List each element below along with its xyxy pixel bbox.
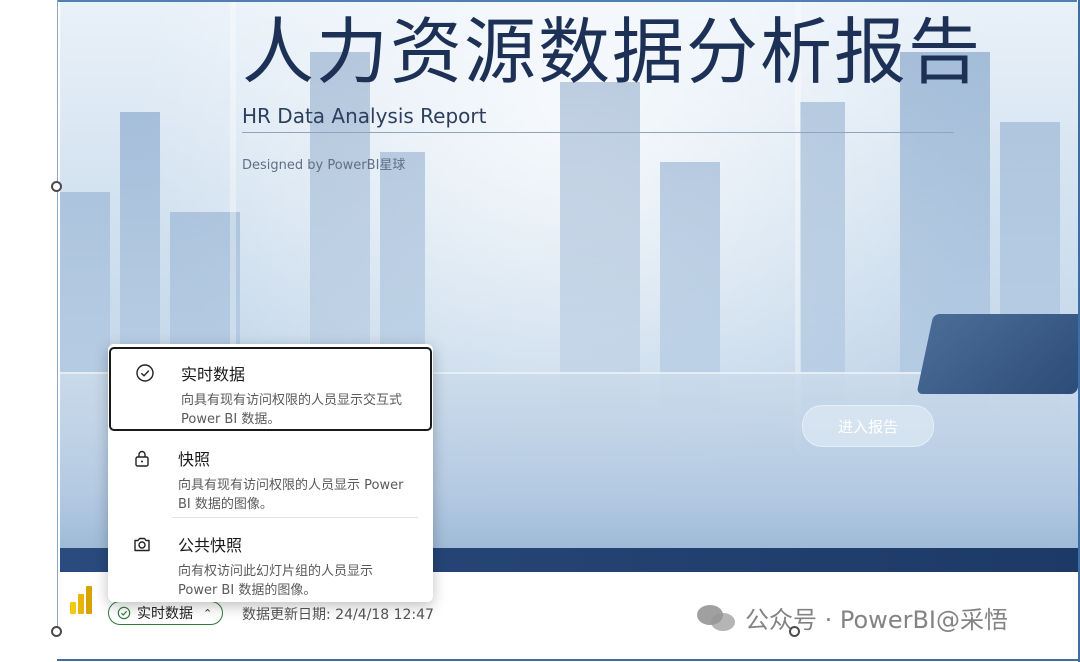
- wechat-icon: [697, 603, 737, 633]
- title-divider: [242, 132, 954, 133]
- menu-item-title: 实时数据: [181, 365, 246, 384]
- menu-item-description: 向具有现有访问权限的人员显示交互式 Power BI 数据。: [181, 393, 403, 427]
- menu-item-public-snapshot[interactable]: 公共快照 向有权访问此幻灯片组的人员显示 Power BI 数据的图像。: [108, 520, 433, 602]
- menu-item-description: 向具有现有访问权限的人员显示 Power BI 数据的图像。: [178, 478, 404, 512]
- watermark-text: 公众号 · PowerBI@采悟: [745, 606, 1008, 634]
- report-subtitle: HR Data Analysis Report: [242, 104, 487, 128]
- resize-handle[interactable]: [789, 626, 800, 637]
- frame-bottom-border: [57, 659, 1080, 661]
- watermark: 公众号 · PowerBI@采悟: [697, 600, 1008, 635]
- data-mode-menu: 实时数据 向具有现有访问权限的人员显示交互式 Power BI 数据。 快照 向…: [108, 344, 433, 602]
- menu-item-title: 公共快照: [178, 536, 243, 555]
- menu-item-snapshot[interactable]: 快照 向具有现有访问权限的人员显示 Power BI 数据的图像。: [108, 434, 433, 516]
- chair-image: [916, 314, 1078, 394]
- powerbi-logo-icon: [70, 586, 94, 614]
- frame-left-border: [57, 0, 58, 633]
- enter-report-button[interactable]: 进入报告: [802, 405, 934, 447]
- menu-separator: [172, 517, 418, 518]
- resize-handle[interactable]: [51, 181, 62, 192]
- designed-by-text: Designed by PowerBI星球: [242, 158, 406, 173]
- chevron-up-icon: ⌃: [203, 606, 213, 620]
- camera-icon: [134, 537, 150, 552]
- data-update-date: 数据更新日期: 24/4/18 12:47: [242, 607, 434, 623]
- data-mode-label: 实时数据: [137, 606, 193, 622]
- menu-item-title: 快照: [178, 450, 211, 469]
- menu-item-description: 向有权访问此幻灯片组的人员显示 Power BI 数据的图像。: [178, 564, 374, 598]
- report-title: 人力资源数据分析报告: [242, 10, 983, 94]
- skyline-building: [800, 102, 845, 412]
- check-circle-icon: [136, 364, 154, 382]
- data-mode-dropdown-button[interactable]: 实时数据 ⌃: [108, 601, 224, 625]
- resize-handle[interactable]: [51, 626, 62, 637]
- menu-item-live-data[interactable]: 实时数据 向具有现有访问权限的人员显示交互式 Power BI 数据。: [109, 347, 432, 431]
- lock-icon: [135, 450, 149, 467]
- check-circle-icon: [117, 606, 131, 620]
